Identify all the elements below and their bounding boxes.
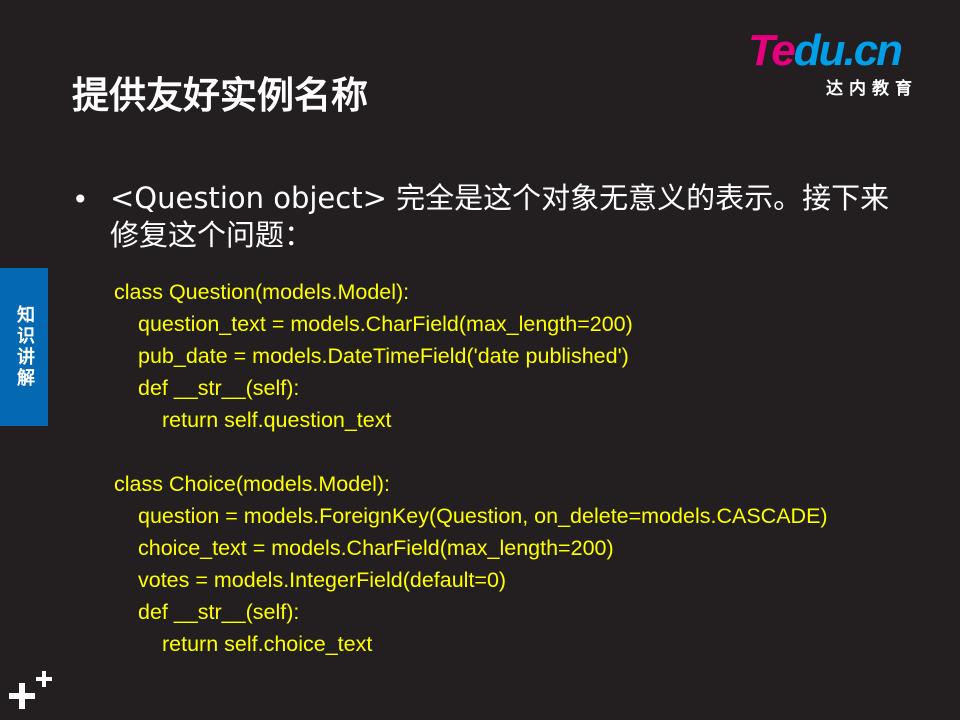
- code-block: class Question(models.Model): question_t…: [114, 276, 828, 660]
- code-line: class Choice(models.Model):: [114, 472, 391, 496]
- side-tab-label: 知识讲解: [14, 305, 35, 389]
- logo-wordmark-part2: du.cn: [793, 26, 903, 75]
- code-line: choice_text = models.CharField(max_lengt…: [138, 536, 614, 560]
- code-line: question = models.ForeignKey(Question, o…: [138, 504, 828, 528]
- code-line: return self.question_text: [162, 408, 392, 432]
- tedu-logo: Tedu.cn 达内教育: [748, 26, 928, 100]
- logo-wordmark: Tedu.cn: [748, 26, 903, 75]
- code-line: class Question(models.Model):: [114, 280, 410, 304]
- slide-title: 提供友好实例名称: [72, 74, 368, 117]
- bullet-text: <Question object> 完全是这个对象无意义的表示。接下来修复这个问…: [110, 181, 890, 252]
- code-line: def __str__(self):: [138, 376, 300, 400]
- logo-subtitle: 达内教育: [826, 79, 918, 99]
- code-line: pub_date = models.DateTimeField('date pu…: [138, 344, 629, 368]
- bullet-marker: •: [72, 183, 89, 216]
- side-tab: 知识讲解: [0, 268, 48, 426]
- code-line: votes = models.IntegerField(default=0): [138, 568, 507, 592]
- plus-icon: [9, 671, 52, 709]
- code-line: def __str__(self):: [138, 600, 300, 624]
- code-line: question_text = models.CharField(max_len…: [138, 312, 633, 336]
- logo-wordmark-part1: Te: [748, 26, 796, 75]
- code-line: return self.choice_text: [162, 632, 373, 656]
